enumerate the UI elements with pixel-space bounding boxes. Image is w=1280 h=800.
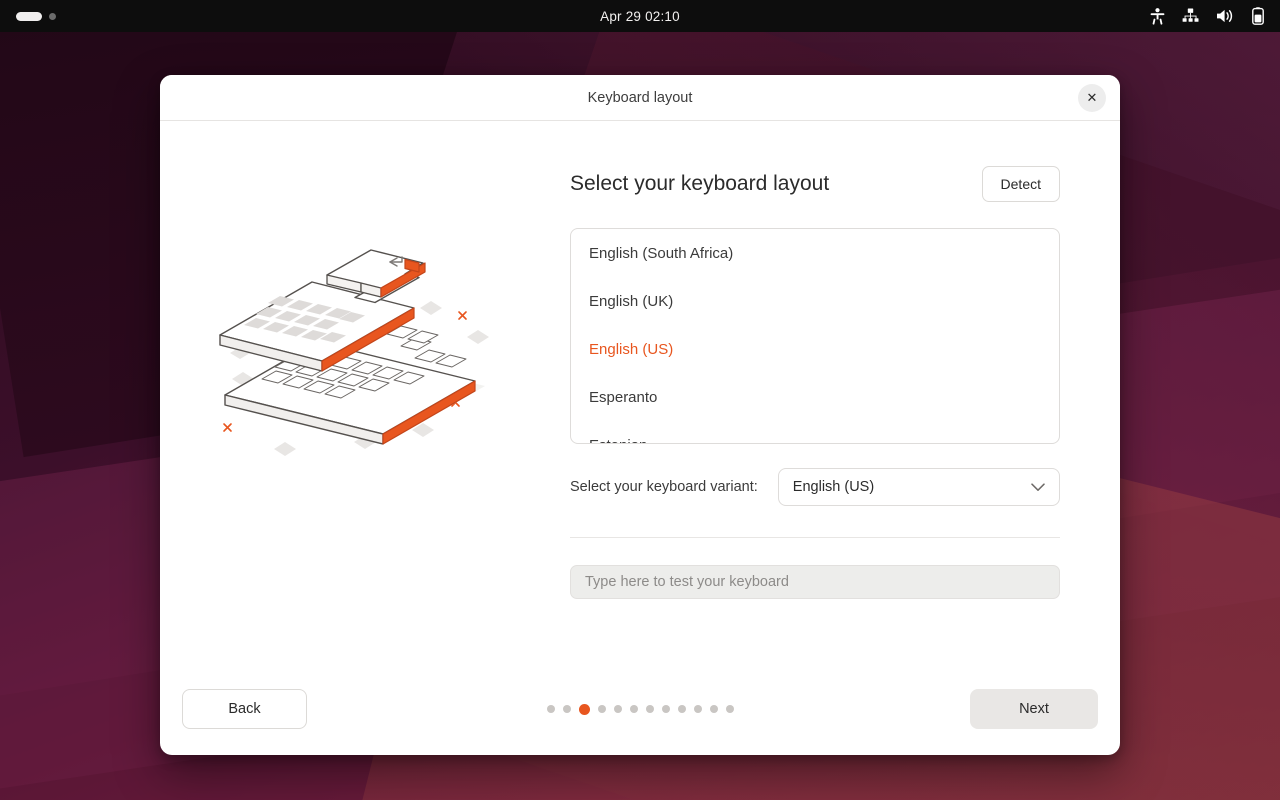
progress-dot[interactable]	[693, 705, 702, 713]
window-title: Keyboard layout	[587, 89, 693, 106]
illustration-pane	[160, 121, 570, 663]
progress-dot[interactable]	[661, 705, 670, 713]
progress-dot-active[interactable]	[578, 703, 590, 715]
variant-label: Select your keyboard variant:	[570, 479, 758, 495]
keyboard-test-input[interactable]	[570, 565, 1060, 599]
layout-list-item[interactable]: English (UK)	[571, 277, 1059, 325]
progress-dot[interactable]	[645, 705, 654, 713]
clock[interactable]: Apr 29 02:10	[0, 9, 1280, 24]
window-body: Select your keyboard layout Detect Engli…	[160, 121, 1120, 663]
layout-list-item[interactable]: English (South Africa)	[571, 229, 1059, 277]
section-divider	[570, 537, 1060, 538]
variant-selected-value: English (US)	[792, 479, 875, 495]
next-button[interactable]: Next	[970, 689, 1098, 729]
keyboard-layout-list[interactable]: English (South Africa) English (UK) Englis…	[570, 228, 1060, 444]
progress-dot[interactable]	[613, 705, 622, 713]
progress-dot[interactable]	[546, 705, 555, 713]
window-footer: Back Next	[160, 663, 1120, 755]
installer-window: Keyboard layout ✕ Select your keyboard l…	[160, 75, 1120, 755]
close-icon[interactable]: ✕	[1078, 83, 1106, 112]
layout-list-item[interactable]: Esperanto	[571, 373, 1059, 421]
progress-dot[interactable]	[725, 705, 734, 713]
progress-dot[interactable]	[562, 705, 571, 713]
gnome-top-bar: Apr 29 02:10	[0, 0, 1280, 32]
layout-list-item[interactable]: English (US)	[571, 325, 1059, 373]
progress-dot[interactable]	[709, 705, 718, 713]
window-titlebar: Keyboard layout ✕	[160, 75, 1120, 121]
form-pane: Select your keyboard layout Detect Engli…	[570, 121, 1120, 663]
progress-dot[interactable]	[629, 705, 638, 713]
layout-list-item[interactable]: Estonian	[571, 421, 1059, 444]
keyboard-variant-dropdown[interactable]: English (US)	[777, 468, 1060, 506]
page-title: Select your keyboard layout	[570, 172, 830, 195]
variant-row: Select your keyboard variant: English (U…	[570, 468, 1060, 506]
progress-dot[interactable]	[597, 705, 606, 713]
keyboard-illustration	[219, 249, 489, 456]
progress-dot[interactable]	[677, 705, 686, 713]
heading-row: Select your keyboard layout Detect	[570, 166, 1060, 202]
detect-button[interactable]: Detect	[981, 166, 1060, 202]
chevron-down-icon	[1031, 482, 1045, 492]
back-button[interactable]: Back	[182, 689, 307, 729]
